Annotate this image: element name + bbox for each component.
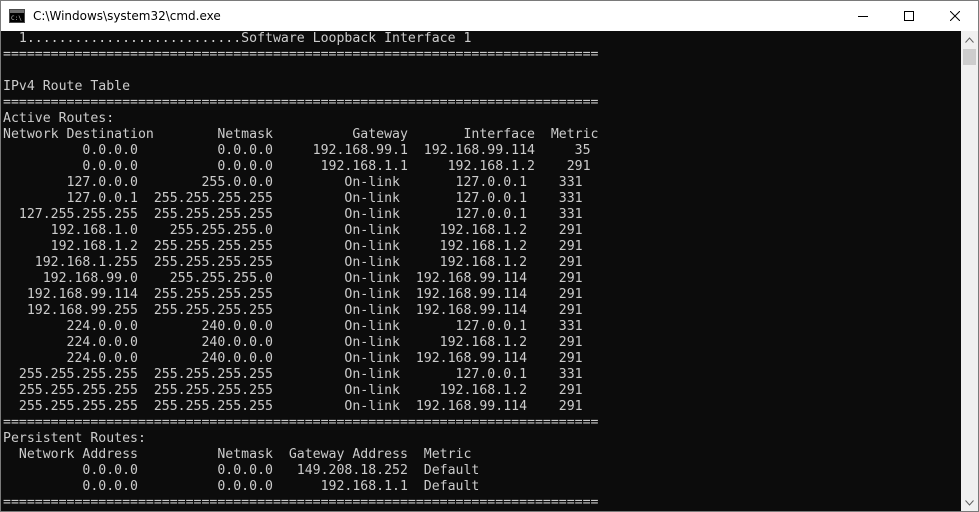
cmd-icon[interactable]: C:\ [9, 8, 25, 24]
vertical-scrollbar[interactable] [961, 31, 978, 511]
console-line: 0.0.0.0 0.0.0.0 192.168.1.1 192.168.1.2 … [3, 159, 591, 174]
title-bar[interactable]: C:\ C:\Windows\system32\cmd.exe [1, 1, 978, 31]
console-line: 255.255.255.255 255.255.255.255 On-link … [3, 383, 583, 398]
minimize-button[interactable] [840, 1, 886, 31]
console-line: Active Routes: [3, 111, 115, 126]
console-line: 0.0.0.0 0.0.0.0 192.168.1.1 Default [3, 479, 480, 494]
console-line: ========================================… [3, 415, 599, 430]
console-line: 192.168.1.255 255.255.255.255 On-link 19… [3, 255, 583, 270]
console-line: Persistent Routes: [3, 431, 146, 446]
close-icon [950, 11, 960, 21]
console-line: 127.0.0.1 255.255.255.255 On-link 127.0.… [3, 191, 583, 206]
console-line: ========================================… [3, 47, 599, 62]
console-line: 0.0.0.0 0.0.0.0 149.208.18.252 Default [3, 463, 480, 478]
console-line: 255.255.255.255 255.255.255.255 On-link … [3, 399, 583, 414]
console-line: 224.0.0.0 240.0.0.0 On-link 192.168.1.2 … [3, 335, 583, 350]
maximize-icon [904, 11, 914, 21]
console-line: 192.168.99.0 255.255.255.0 On-link 192.1… [3, 271, 583, 286]
console-line: IPv4 Route Table [3, 79, 131, 94]
console-line: 192.168.99.255 255.255.255.255 On-link 1… [3, 303, 583, 318]
console-line: Network Address Netmask Gateway Address … [3, 447, 472, 462]
close-button[interactable] [932, 1, 978, 31]
console-line: 192.168.99.114 255.255.255.255 On-link 1… [3, 287, 583, 302]
console-line: 127.255.255.255 255.255.255.255 On-link … [3, 207, 583, 222]
scroll-thumb[interactable] [963, 49, 976, 65]
console-line: Network Destination Netmask Gateway Inte… [3, 127, 599, 142]
console-line: 0.0.0.0 0.0.0.0 192.168.99.1 192.168.99.… [3, 143, 591, 158]
scroll-up-button[interactable] [961, 31, 978, 48]
chevron-down-icon [965, 499, 974, 506]
console-line: ========================================… [3, 495, 599, 510]
console-line: 224.0.0.0 240.0.0.0 On-link 192.168.99.1… [3, 351, 583, 366]
minimize-icon [858, 16, 868, 17]
console-line: ========================================… [3, 95, 599, 110]
console-line: 192.168.1.0 255.255.255.0 On-link 192.16… [3, 223, 583, 238]
window-title: C:\Windows\system32\cmd.exe [33, 9, 221, 23]
cmd-window: C:\ C:\Windows\system32\cmd.exe 1.......… [0, 0, 979, 512]
window-controls [840, 1, 978, 31]
scroll-down-button[interactable] [961, 494, 978, 511]
maximize-button[interactable] [886, 1, 932, 31]
console-line: 1...........................Software Loo… [3, 31, 472, 46]
console-line: 192.168.1.2 255.255.255.255 On-link 192.… [3, 239, 583, 254]
console-line: 255.255.255.255 255.255.255.255 On-link … [3, 367, 583, 382]
svg-text:C:\: C:\ [11, 15, 22, 22]
console-output[interactable]: 1...........................Software Loo… [1, 31, 961, 511]
chevron-up-icon [965, 36, 974, 43]
console-line: 127.0.0.0 255.0.0.0 On-link 127.0.0.1 33… [3, 175, 583, 190]
console-line: 224.0.0.0 240.0.0.0 On-link 127.0.0.1 33… [3, 319, 583, 334]
